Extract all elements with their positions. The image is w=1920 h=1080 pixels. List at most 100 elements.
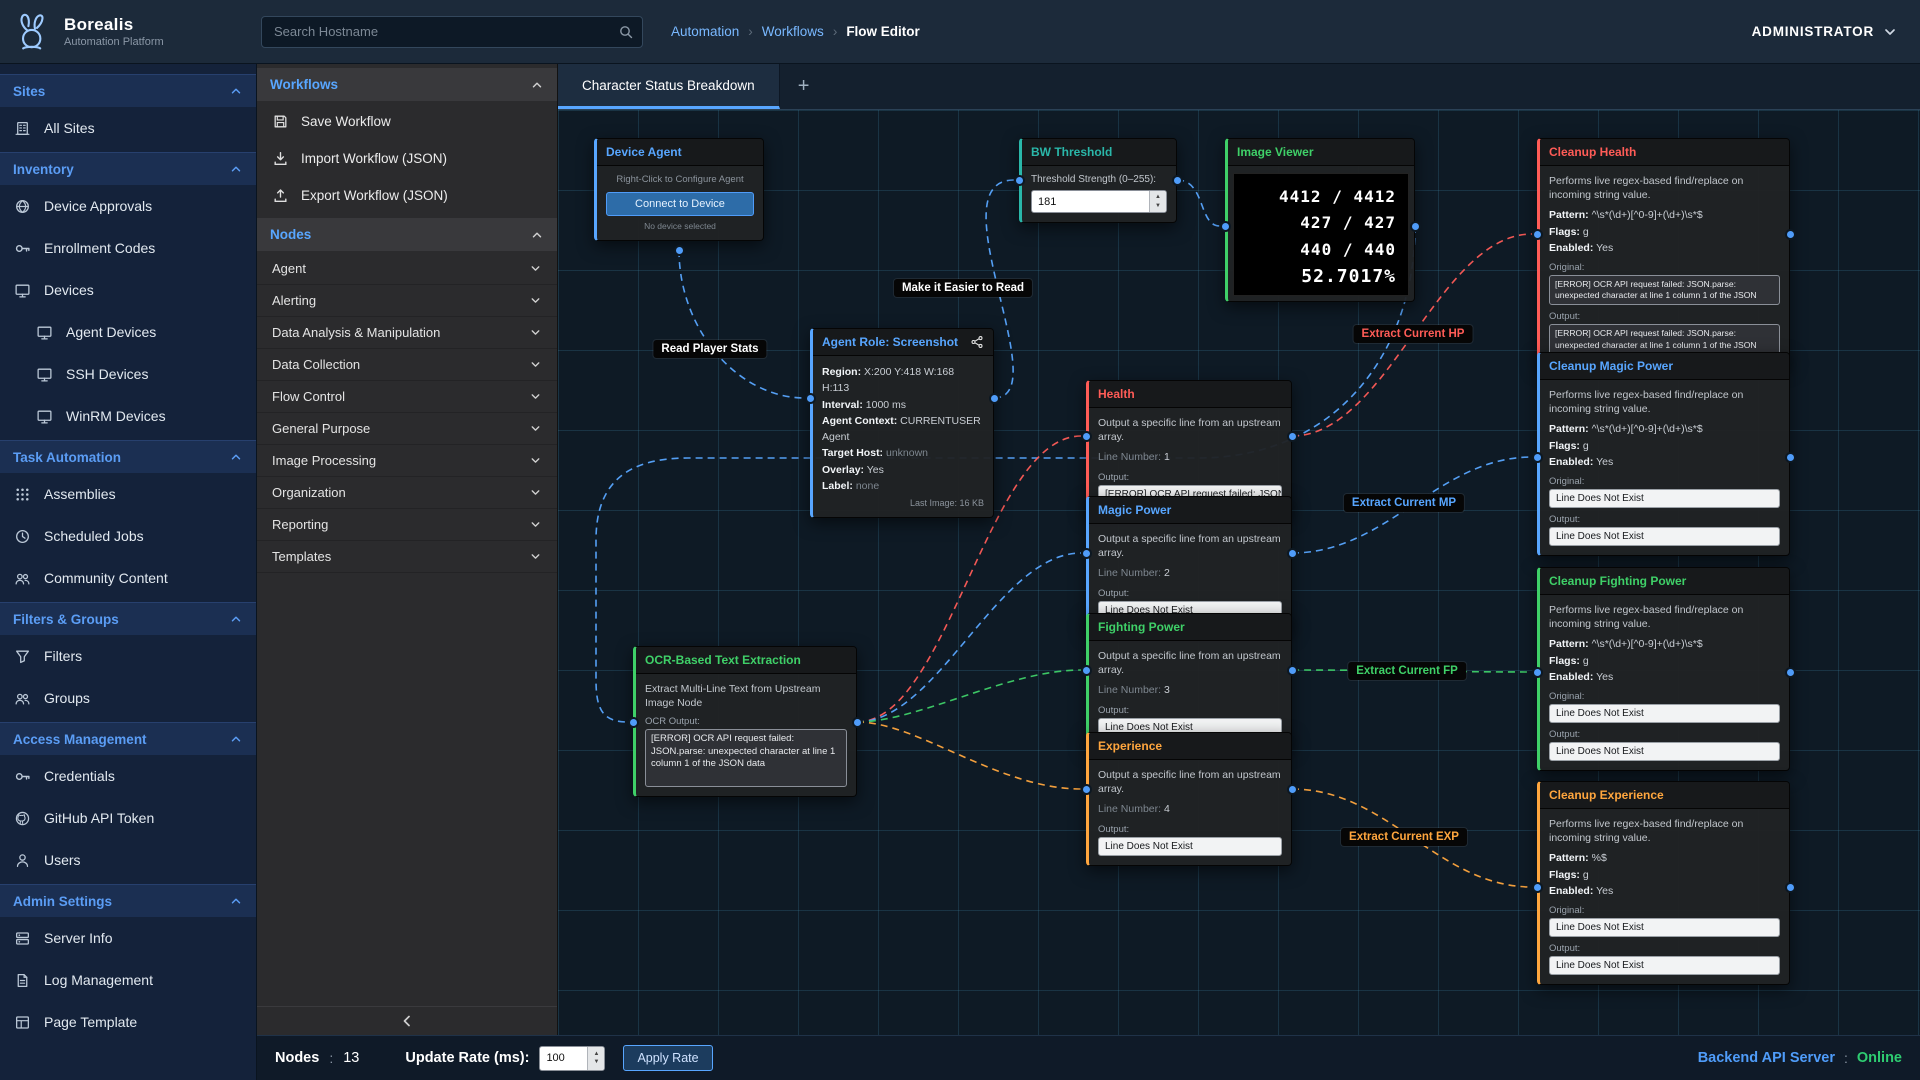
edge-threshold-to-viewer[interactable] <box>1177 180 1220 226</box>
node-experience[interactable]: Experience Output a specific line from a… <box>1086 732 1292 866</box>
section-access-management[interactable]: Access Management <box>0 722 256 755</box>
sidebar-item-all-sites[interactable]: All Sites <box>0 107 256 149</box>
sidebar-item-groups[interactable]: Groups <box>0 677 256 719</box>
node-category-general-purpose[interactable]: General Purpose <box>257 413 557 445</box>
sidebar-item-community-content[interactable]: Community Content <box>0 557 256 599</box>
tab-character-status-breakdown[interactable]: Character Status Breakdown <box>558 64 780 109</box>
edge-ocr-to-experience[interactable] <box>857 722 1081 789</box>
import-workflow-button[interactable]: Import Workflow (JSON) <box>257 140 557 177</box>
node-magic-power[interactable]: Magic Power Output a specific line from … <box>1086 496 1292 630</box>
sidebar-item-page-template[interactable]: Page Template <box>0 1001 256 1043</box>
user-menu[interactable]: ADMINISTRATOR <box>1752 24 1920 40</box>
sidebar-item-server-info[interactable]: Server Info <box>0 917 256 959</box>
node-category-data-analysis[interactable]: Data Analysis & Manipulation <box>257 317 557 349</box>
node-category-reporting[interactable]: Reporting <box>257 509 557 541</box>
sidebar-item-winrm-devices[interactable]: WinRM Devices <box>0 395 256 437</box>
flow-canvas[interactable]: Device Agent Right-Click to Configure Ag… <box>558 110 1920 1035</box>
connection-handle[interactable] <box>1532 452 1543 463</box>
connection-handle[interactable] <box>989 393 1000 404</box>
sidebar-item-filters[interactable]: Filters <box>0 635 256 677</box>
connection-handle[interactable] <box>1532 667 1543 678</box>
connection-handle[interactable] <box>1785 882 1796 893</box>
number-spinner[interactable]: ▲ ▼ <box>587 1047 604 1070</box>
section-task-automation[interactable]: Task Automation <box>0 440 256 473</box>
update-rate-input[interactable] <box>540 1047 587 1070</box>
node-bw-threshold[interactable]: BW Threshold Threshold Strength (0–255):… <box>1019 138 1177 223</box>
node-category-alerting[interactable]: Alerting <box>257 285 557 317</box>
spinner-up-icon[interactable]: ▲ <box>1155 193 1161 201</box>
spinner-down-icon[interactable]: ▼ <box>1155 202 1161 210</box>
node-fighting-power[interactable]: Fighting Power Output a specific line fr… <box>1086 613 1292 747</box>
connection-handle[interactable] <box>1785 229 1796 240</box>
connection-handle[interactable] <box>1532 229 1543 240</box>
sidebar-item-scheduled-jobs[interactable]: Scheduled Jobs <box>0 515 256 557</box>
connection-handle[interactable] <box>1410 221 1421 232</box>
node-category-flow-control[interactable]: Flow Control <box>257 381 557 413</box>
node-category-agent[interactable]: Agent <box>257 253 557 285</box>
connection-handle[interactable] <box>628 717 639 728</box>
sidebar-item-credentials[interactable]: Credentials <box>0 755 256 797</box>
connection-handle[interactable] <box>1081 784 1092 795</box>
sidebar-item-enrollment-codes[interactable]: Enrollment Codes <box>0 227 256 269</box>
section-inventory[interactable]: Inventory <box>0 152 256 185</box>
number-spinner[interactable]: ▲ ▼ <box>1149 191 1166 212</box>
edge-ocr-to-magic[interactable] <box>857 553 1081 722</box>
node-image-viewer[interactable]: Image Viewer 4412 / 4412 427 / 427 440 /… <box>1225 138 1415 302</box>
connection-handle[interactable] <box>1287 784 1298 795</box>
node-device-agent[interactable]: Device Agent Right-Click to Configure Ag… <box>594 138 764 241</box>
node-category-templates[interactable]: Templates <box>257 541 557 573</box>
node-cleanup-experience[interactable]: Cleanup Experience Performs live regex-b… <box>1537 781 1790 985</box>
apply-rate-button[interactable]: Apply Rate <box>623 1045 712 1071</box>
share-icon[interactable] <box>970 335 984 349</box>
connection-handle[interactable] <box>1532 882 1543 893</box>
section-filters-groups[interactable]: Filters & Groups <box>0 602 256 635</box>
node-agent-role-screenshot[interactable]: Agent Role: Screenshot Region: X:200 Y:4… <box>810 328 994 518</box>
edge-device-to-screenshot[interactable] <box>679 250 805 398</box>
breadcrumb-workflows[interactable]: Workflows <box>762 24 824 39</box>
connection-handle[interactable] <box>1014 175 1025 186</box>
node-cleanup-magic-power[interactable]: Cleanup Magic Power Performs live regex-… <box>1537 352 1790 556</box>
node-category-organization[interactable]: Organization <box>257 477 557 509</box>
section-admin-settings[interactable]: Admin Settings <box>0 884 256 917</box>
sidebar-item-log-management[interactable]: Log Management <box>0 959 256 1001</box>
connection-handle[interactable] <box>1081 431 1092 442</box>
connection-handle[interactable] <box>674 245 685 256</box>
connection-handle[interactable] <box>1172 175 1183 186</box>
node-category-data-collection[interactable]: Data Collection <box>257 349 557 381</box>
connection-handle[interactable] <box>1287 431 1298 442</box>
connection-handle[interactable] <box>1081 548 1092 559</box>
node-cleanup-fighting-power[interactable]: Cleanup Fighting Power Performs live reg… <box>1537 567 1790 771</box>
sidebar-item-users[interactable]: Users <box>0 839 256 881</box>
sidebar-item-device-approvals[interactable]: Device Approvals <box>0 185 256 227</box>
connection-handle[interactable] <box>1785 452 1796 463</box>
node-cleanup-health[interactable]: Cleanup Health Performs live regex-based… <box>1537 138 1790 365</box>
sidebar-item-agent-devices[interactable]: Agent Devices <box>0 311 256 353</box>
sidebar-item-assemblies[interactable]: Assemblies <box>0 473 256 515</box>
threshold-input[interactable] <box>1032 191 1149 212</box>
connection-handle[interactable] <box>1785 667 1796 678</box>
spinner-down-icon[interactable]: ▼ <box>593 1058 599 1066</box>
export-workflow-button[interactable]: Export Workflow (JSON) <box>257 177 557 214</box>
workflows-header[interactable]: Workflows <box>257 68 557 101</box>
connection-handle[interactable] <box>1287 665 1298 676</box>
add-tab-button[interactable]: + <box>780 64 828 109</box>
sidebar-item-github-api-token[interactable]: GitHub API Token <box>0 797 256 839</box>
breadcrumb-automation[interactable]: Automation <box>671 24 739 39</box>
save-workflow-button[interactable]: Save Workflow <box>257 103 557 140</box>
node-ocr-text-extraction[interactable]: OCR-Based Text Extraction Extract Multi-… <box>633 646 857 797</box>
search-input[interactable] <box>261 16 643 48</box>
sidebar-item-ssh-devices[interactable]: SSH Devices <box>0 353 256 395</box>
section-sites[interactable]: Sites <box>0 74 256 107</box>
connection-handle[interactable] <box>805 393 816 404</box>
spinner-up-icon[interactable]: ▲ <box>593 1050 599 1058</box>
sidebar-item-devices[interactable]: Devices <box>0 269 256 311</box>
edge-ocr-to-fighting[interactable] <box>857 670 1081 722</box>
connection-handle[interactable] <box>1287 548 1298 559</box>
collapse-panel-button[interactable] <box>257 1006 557 1035</box>
node-category-image-processing[interactable]: Image Processing <box>257 445 557 477</box>
connection-handle[interactable] <box>1220 221 1231 232</box>
connection-handle[interactable] <box>852 717 863 728</box>
nodes-header[interactable]: Nodes <box>257 218 557 251</box>
connect-to-device-button[interactable]: Connect to Device <box>606 192 754 216</box>
connection-handle[interactable] <box>1081 665 1092 676</box>
